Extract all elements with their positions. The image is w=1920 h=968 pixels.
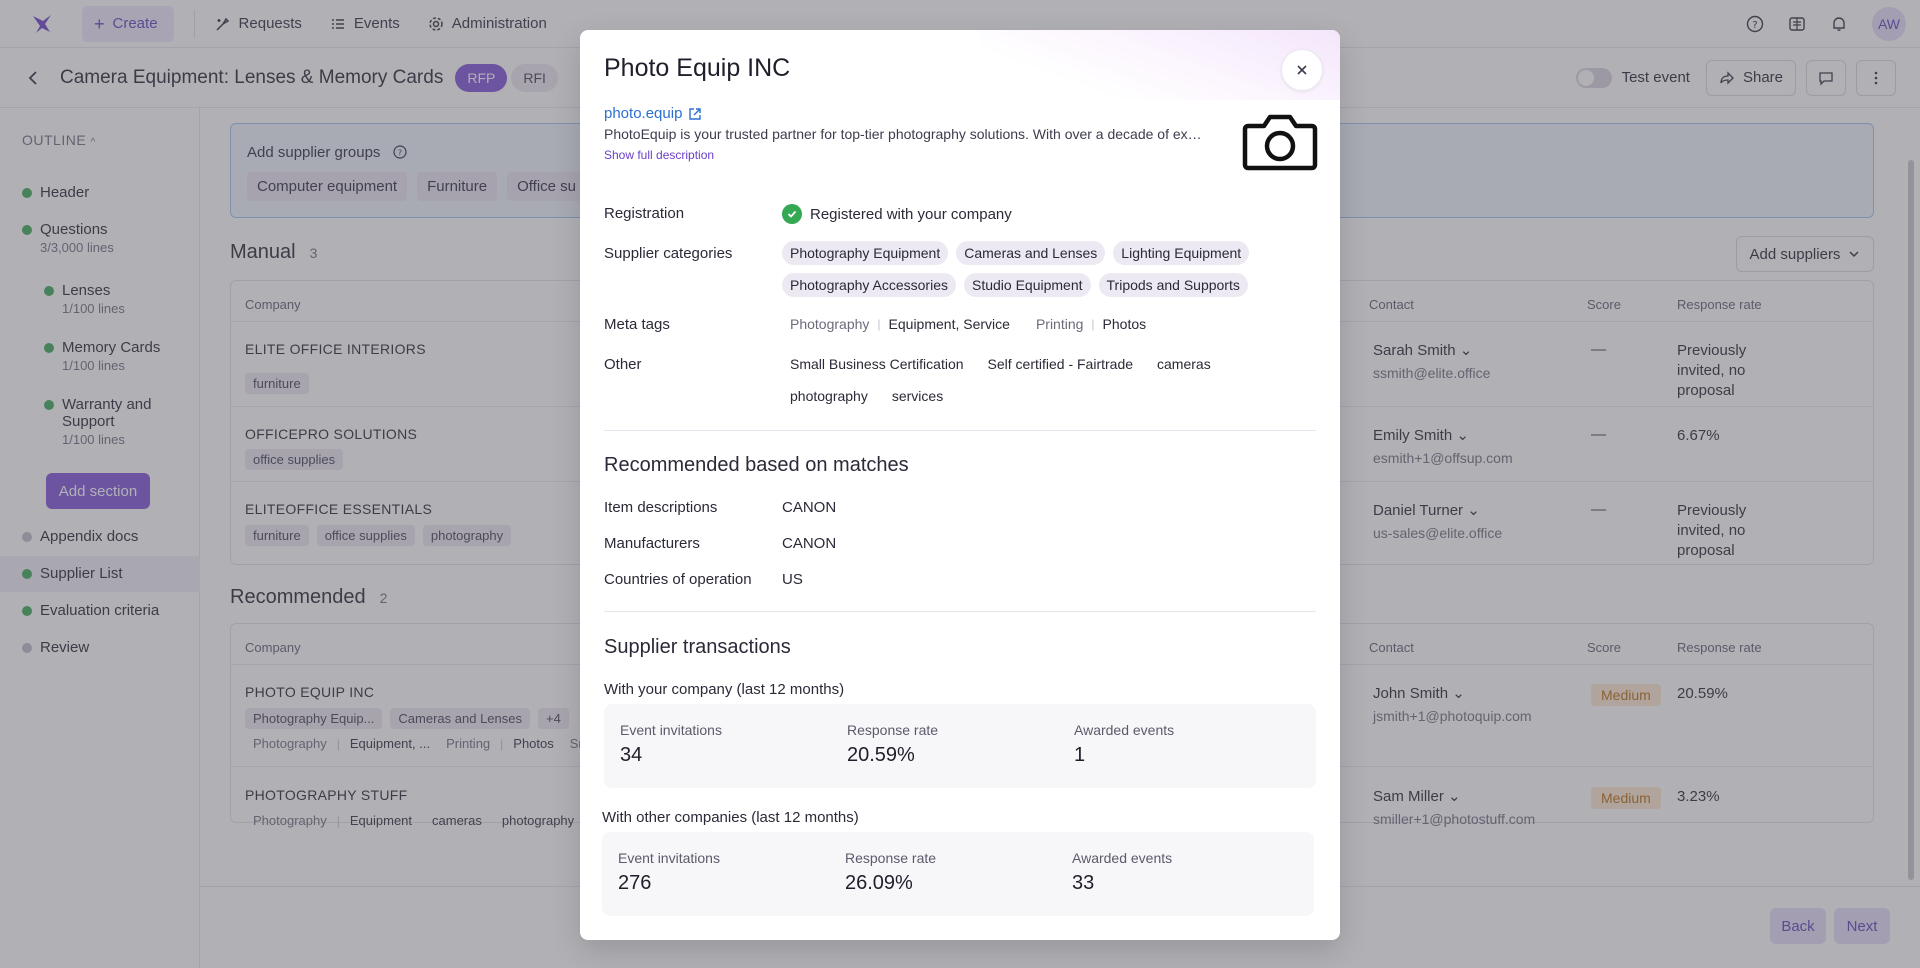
supplier-description: PhotoEquip is your trusted partner for t… (604, 126, 1204, 142)
supplier-details-modal: Photo Equip INC photo.equip PhotoEquip i… (580, 30, 1340, 940)
external-link-icon (689, 107, 702, 120)
category-chip: Lighting Equipment (1113, 241, 1250, 265)
check-badge-icon (782, 204, 802, 224)
stat-awarded-events: Awarded events 1 (1074, 722, 1174, 767)
meta-tags-label: Meta tags (604, 316, 670, 333)
meta-key: Printing (1035, 316, 1084, 332)
transactions-heading: Supplier transactions (604, 636, 791, 658)
match-label: Item descriptions (604, 499, 718, 516)
category-chips-row-1: Photography Equipment Cameras and Lenses… (782, 241, 1250, 265)
match-label: Countries of operation (604, 571, 752, 588)
show-full-description-link[interactable]: Show full description (604, 148, 714, 162)
category-chip: Photography Accessories (782, 273, 956, 297)
meta-tags-row: Photography | Equipment, Service Printing… (782, 312, 1154, 336)
category-chip: Photography Equipment (782, 241, 949, 265)
match-label: Manufacturers (604, 535, 700, 552)
stat-response-rate: Response rate 20.59% (847, 722, 938, 767)
category-chip: Cameras and Lenses (956, 241, 1106, 265)
stat-value: 276 (618, 872, 652, 894)
camera-icon (1242, 114, 1318, 171)
stat-event-invitations: Event invitations 34 (620, 722, 722, 767)
other-companies-stats: Event invitations 276 Response rate 26.0… (602, 832, 1314, 916)
stat-value: 1 (1074, 744, 1086, 766)
registration-label: Registration (604, 205, 685, 222)
other-tag: Small Business Certification (790, 356, 964, 372)
meta-value: Equipment, Service (888, 316, 1010, 332)
stat-value: 34 (620, 744, 643, 766)
your-company-label: With your company (last 12 months) (604, 681, 845, 698)
your-company-stats: Event invitations 34 Response rate 20.59… (604, 704, 1316, 788)
other-companies-label: With other companies (last 12 months) (602, 809, 859, 826)
stat-awarded-events: Awarded events 33 (1072, 850, 1172, 895)
website-link-text: photo.equip (604, 105, 683, 122)
category-chips-row-2: Photography Accessories Studio Equipment… (782, 273, 1248, 297)
other-tag: cameras (1157, 356, 1211, 372)
stat-label: Awarded events (1074, 722, 1175, 738)
stat-label: Event invitations (620, 722, 722, 738)
meta-key: Photography (790, 316, 870, 332)
stat-value: 20.59% (847, 744, 915, 766)
other-tags-row-2: photography services (782, 384, 951, 408)
match-value: CANON (782, 499, 837, 516)
stat-value: 26.09% (845, 872, 913, 894)
category-chip: Studio Equipment (963, 273, 1091, 297)
categories-label: Supplier categories (604, 245, 733, 262)
stat-label: Response rate (847, 722, 939, 738)
close-icon (1297, 65, 1307, 75)
stat-response-rate: Response rate 26.09% (845, 850, 936, 895)
other-label: Other (604, 356, 642, 373)
category-chip: Tripods and Supports (1098, 273, 1248, 297)
stat-label: Event invitations (618, 850, 720, 866)
recommended-matches-heading: Recommended based on matches (604, 454, 909, 476)
meta-value: Photos (1102, 316, 1147, 332)
registration-text: Registered with your company (810, 205, 1012, 223)
close-button[interactable] (1281, 49, 1323, 91)
match-value: CANON (782, 535, 837, 552)
other-tag: services (891, 388, 944, 404)
stat-label: Awarded events (1072, 850, 1173, 866)
stat-value: 33 (1072, 872, 1095, 894)
website-link[interactable]: photo.equip (604, 105, 702, 122)
match-value: US (782, 571, 803, 588)
stat-label: Response rate (845, 850, 937, 866)
other-tag: Self certified - Fairtrade (987, 356, 1134, 372)
registration-status: Registered with your company (782, 204, 1012, 224)
section-divider (604, 430, 1316, 431)
other-tag: photography (790, 388, 868, 404)
stat-event-invitations: Event invitations 276 (618, 850, 720, 895)
modal-title: Photo Equip INC (604, 54, 791, 82)
section-divider (604, 611, 1316, 612)
other-tags-row-1: Small Business Certification Self certif… (782, 352, 1219, 376)
